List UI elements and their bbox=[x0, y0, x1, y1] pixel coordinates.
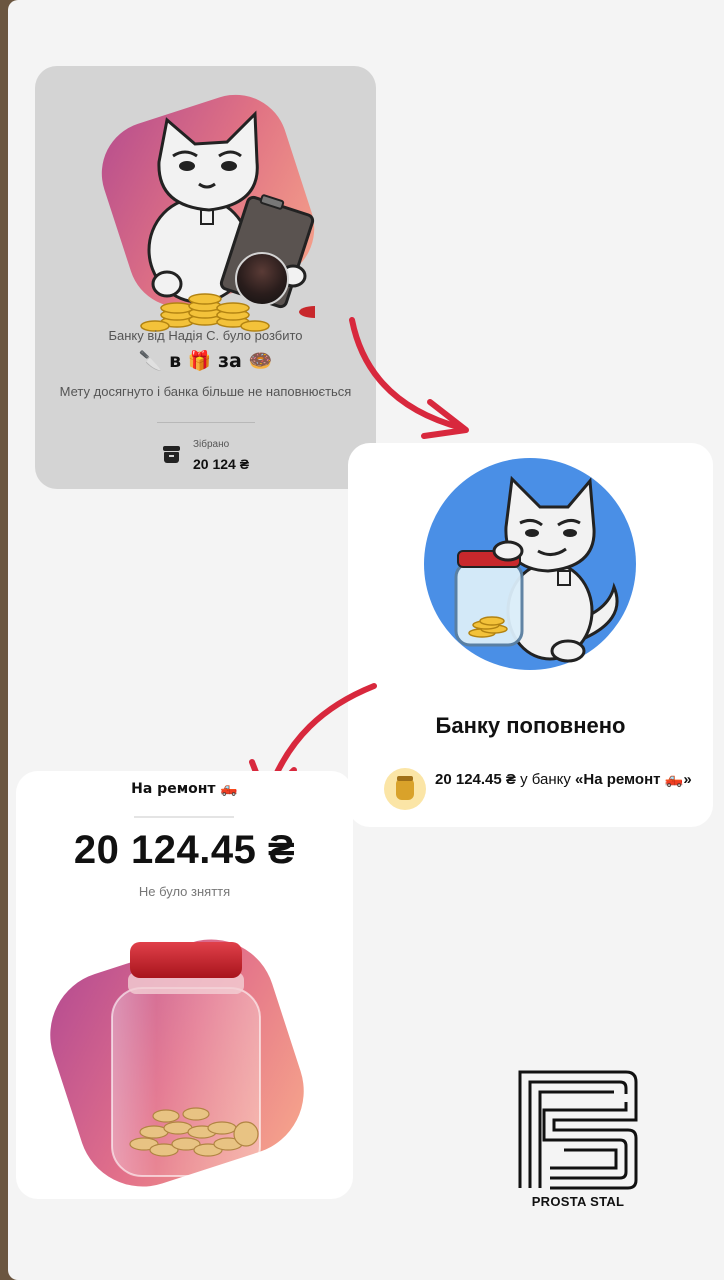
collected-block: Зібрано 20 124 ₴ bbox=[163, 439, 283, 479]
story-canvas: Банку від Надія С. було розбито 🔪 в 🎁 за… bbox=[8, 0, 724, 1280]
jar-name: На ремонт 🛻 bbox=[131, 781, 238, 797]
topup-in-text: у банку bbox=[515, 771, 576, 788]
jar-details-card: На ремонт 🛻 20 124.45 ₴ Не було зняття bbox=[16, 771, 353, 1199]
topup-title: Банку поповнено bbox=[435, 713, 626, 738]
collected-amount: 20 124 ₴ bbox=[193, 456, 250, 472]
prosta-stal-logo: PROSTA STAL bbox=[516, 1068, 640, 1218]
topup-jar-name: «На ремонт 🛻» bbox=[575, 771, 692, 788]
avatar bbox=[235, 252, 289, 306]
divider bbox=[157, 422, 255, 423]
goal-text: Мету досягнуто і банка більше не наповню… bbox=[59, 384, 352, 399]
broken-text: Банку від Надія С. було розбито bbox=[108, 328, 303, 343]
topup-amount: 20 124.45 ₴ bbox=[435, 771, 516, 788]
cat-with-jar-illustration bbox=[438, 471, 638, 671]
broken-jar-card: Банку від Надія С. було розбито 🔪 в 🎁 за… bbox=[35, 66, 376, 489]
box-icon bbox=[163, 446, 180, 464]
name-underline bbox=[134, 816, 234, 818]
jar-icon bbox=[384, 768, 426, 810]
cat-with-clipboard-illustration bbox=[115, 92, 331, 332]
jar-subtitle: Не було зняття bbox=[138, 884, 231, 899]
arrow-down-right bbox=[349, 317, 469, 439]
logo-text: PROSTA STAL bbox=[531, 1194, 625, 1209]
jar-amount: 20 124.45 ₴ bbox=[73, 828, 296, 872]
collected-label: Зібрано bbox=[193, 439, 230, 450]
jar-illustration bbox=[106, 936, 266, 1181]
topup-message: 20 124.45 ₴ у банку «На ремонт 🛻» bbox=[435, 770, 705, 790]
emoji-row: 🔪 в 🎁 за 🍩 bbox=[138, 350, 273, 372]
topup-card: Банку поповнено 20 124.45 ₴ у банку «На … bbox=[348, 443, 713, 827]
